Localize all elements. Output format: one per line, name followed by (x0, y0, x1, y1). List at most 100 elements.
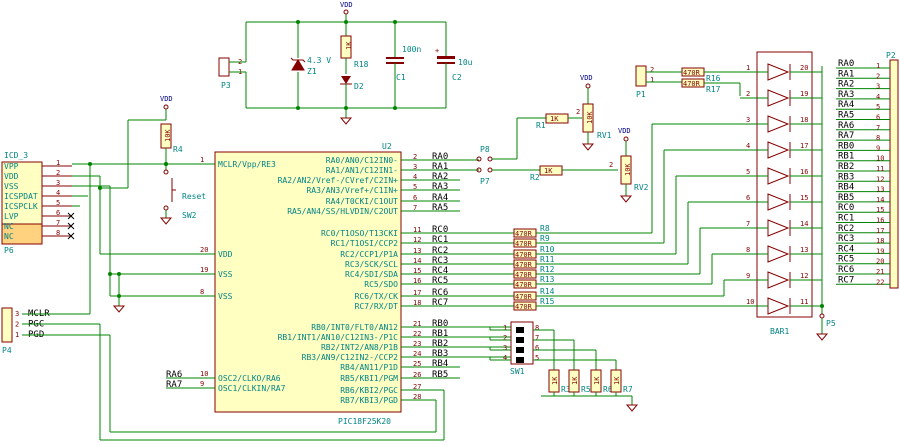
p4-connector: P4 3 MCLR2 PGC1 PGD (1, 307, 50, 355)
led-resistor-value: 470R (515, 230, 533, 238)
p2-pin-num: 8 (876, 134, 880, 142)
svg-text:10K: 10K (624, 163, 632, 176)
dip-toggle[interactable] (516, 337, 524, 343)
svg-text:Z1: Z1 (307, 67, 317, 76)
ic-right-pin-name: RB5/KBI1/PGM (340, 374, 398, 383)
led-pin-right: 15 (800, 194, 808, 202)
schematic-canvas: VDD 2 1 P3 4.3 V Z1 1K R18 D2 100n C1 + … (1, 1, 899, 441)
svg-text:R18: R18 (354, 60, 369, 69)
ic-right-pin-name: RC7/RX/DT (355, 302, 399, 311)
svg-text:BAR1: BAR1 (770, 327, 789, 336)
svg-text:P5: P5 (826, 319, 836, 328)
svg-text:P2: P2 (886, 51, 896, 60)
ic-right-pin-name: RC6/TX/CK (355, 292, 399, 301)
svg-text:R16: R16 (706, 74, 721, 83)
svg-text:10K: 10K (586, 111, 594, 124)
svg-text:RV2: RV2 (634, 183, 649, 192)
ic-right-pin-name: RA1/AN1/C12IN1- (326, 166, 398, 175)
led-resistor-value: 470R (515, 303, 533, 311)
led-resistor-value: 470R (515, 271, 533, 279)
svg-text:R4: R4 (173, 145, 183, 154)
svg-text:P7: P7 (480, 177, 490, 186)
p2-pin-num: 2 (876, 72, 880, 80)
dip-toggle[interactable] (516, 327, 524, 333)
led-pin-left: 10 (746, 298, 754, 306)
svg-text:1K: 1K (345, 41, 353, 50)
icd-pin-name: VSS (4, 182, 19, 191)
icd-pin-name: ICSPDAT (4, 192, 38, 201)
ic-right-pin-name: RC2/CCP1/P1A (340, 250, 398, 259)
p4-pin-num: 2 (15, 321, 19, 329)
svg-text:2: 2 (609, 161, 613, 169)
p2-pin-num: 20 (876, 258, 884, 266)
svg-text:470R: 470R (683, 69, 701, 77)
led-segment (767, 245, 790, 263)
svg-text:1K: 1K (544, 167, 553, 175)
led-pin-left: 9 (746, 272, 750, 280)
ic-right-pin-name: RC4/SDI/SDA (345, 270, 398, 279)
dip-toggle[interactable] (516, 357, 524, 363)
p2-pin-num: 10 (876, 155, 884, 163)
ic-left-pin-num: 9 (200, 380, 204, 388)
p2-pin-num: 21 (876, 268, 884, 276)
led-resistor-ref: R9 (540, 234, 550, 243)
p2-pin-num: 15 (876, 206, 884, 214)
led-pin-right: 18 (800, 116, 808, 124)
dip-pin-right: 8 (535, 324, 539, 332)
potentiometer-section: P8 P7 1K R1 2 VDD 10K RV1 1K R2 2 VDD 10… (476, 74, 649, 203)
zener-diode (291, 59, 305, 71)
led-resistor-value: 470R (515, 261, 533, 269)
svg-text:U2: U2 (382, 142, 392, 151)
ic-right-pin-name: RB3/AN9/C12IN2-/CCP2 (302, 353, 399, 362)
svg-text:C2: C2 (452, 73, 462, 82)
svg-text:ICD_3: ICD_3 (4, 151, 28, 160)
dip-toggle[interactable] (516, 347, 524, 353)
icd-pin-name: VPP (4, 162, 19, 171)
svg-text:2: 2 (650, 66, 654, 74)
ic-left-pin-name: OSC2/CLKO/RA6 (218, 374, 281, 383)
svg-text:Reset: Reset (182, 192, 206, 201)
svg-text:R2: R2 (530, 173, 540, 182)
p4-pin-num: 1 (15, 331, 19, 339)
led-resistor-ref: R11 (540, 255, 555, 264)
p2-pin-num: 6 (876, 114, 880, 122)
ic-right-pin-name: RB6/KBI2/PGC (340, 386, 398, 395)
svg-text:1: 1 (650, 76, 654, 84)
led-pin-left: 3 (746, 116, 750, 124)
svg-text:470R: 470R (683, 80, 701, 88)
svg-text:2: 2 (576, 108, 580, 116)
p2-pin-num: 4 (876, 93, 880, 101)
ic-left-pin-num: 10 (200, 370, 208, 378)
svg-text:RA7: RA7 (166, 380, 182, 390)
led-resistor-value: 470R (515, 240, 533, 248)
pic-microcontroller: U2 PIC18F25K20 1 MCLR/Vpp/RE320 VDD19 VSS8 V… (200, 142, 514, 426)
svg-text:P8: P8 (480, 145, 490, 154)
dip-pin-right: 6 (535, 344, 539, 352)
svg-text:P1: P1 (636, 90, 646, 99)
led-pin-right: 14 (800, 220, 808, 228)
svg-text:VDD: VDD (618, 127, 631, 135)
svg-text:VDD: VDD (160, 95, 173, 103)
led-segment (767, 193, 790, 211)
ic-right-pin-name: RC0/T1OSO/T13CKI (321, 229, 398, 238)
ground-symbol (339, 117, 353, 125)
svg-text:1K: 1K (550, 115, 559, 123)
p2-pin-num: 12 (876, 175, 884, 183)
dip-pin-left: 1 (503, 324, 507, 332)
p2-pin-num: 5 (876, 103, 880, 111)
svg-text:D2: D2 (354, 82, 364, 91)
p2-pin-num: 18 (876, 237, 884, 245)
p2-pin-num: 1 (876, 62, 880, 70)
vdd-symbol (343, 9, 349, 15)
led-pin-right: 13 (800, 246, 808, 254)
d2-led (341, 76, 351, 84)
svg-text:PIC18F25K20: PIC18F25K20 (338, 417, 391, 426)
icd-pin-num: 4 (56, 189, 60, 197)
led-pin-right: 19 (800, 90, 808, 98)
led-resistor-value: 470R (515, 281, 533, 289)
ic-right-pin-name: RA3/AN3/Vref+/C1IN+ (306, 186, 398, 195)
icd-pin-num: 3 (56, 179, 60, 187)
pulldown-ref: R7 (623, 385, 633, 394)
icd-pin-num: 5 (56, 199, 60, 207)
ic-left-pin-name: MCLR/Vpp/RE3 (218, 160, 276, 169)
